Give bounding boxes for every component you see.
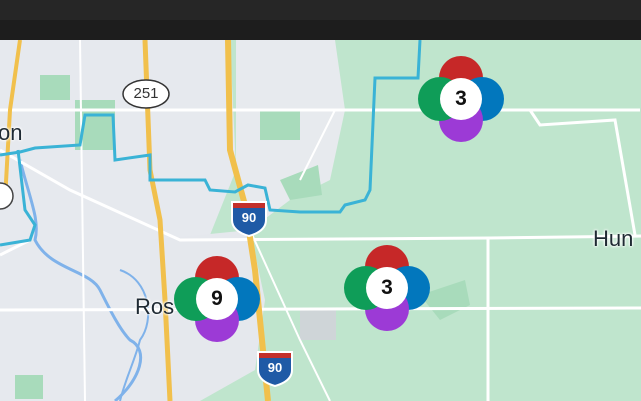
- cluster-count: 9: [211, 287, 223, 310]
- interstate-label-upper: 90: [241, 210, 257, 225]
- place-label-left: on: [0, 120, 23, 145]
- park-area: [15, 375, 43, 399]
- place-label-hun: Hun: [593, 226, 634, 251]
- place-label-ros: Ros: [135, 294, 175, 319]
- map-cluster-marker[interactable]: 3: [416, 54, 506, 144]
- map-cluster-marker[interactable]: 9: [172, 254, 262, 344]
- map-base-layer: [0, 40, 641, 401]
- cluster-count: 3: [455, 87, 467, 110]
- interstate-shield-band: [233, 203, 265, 208]
- interstate-label-lower: 90: [267, 360, 283, 375]
- park-area: [260, 110, 300, 140]
- state-route-label: 251: [133, 85, 159, 102]
- map-canvas[interactable]: 251 90 90 on Ros Hun 3 9 3: [0, 40, 641, 401]
- interstate-shield-band: [259, 353, 291, 358]
- window-title-bar: [0, 0, 641, 40]
- road: [0, 306, 641, 312]
- map-cluster-marker[interactable]: 3: [342, 243, 432, 333]
- cluster-count: 3: [381, 276, 393, 299]
- park-area: [300, 310, 336, 340]
- park-area: [40, 75, 70, 100]
